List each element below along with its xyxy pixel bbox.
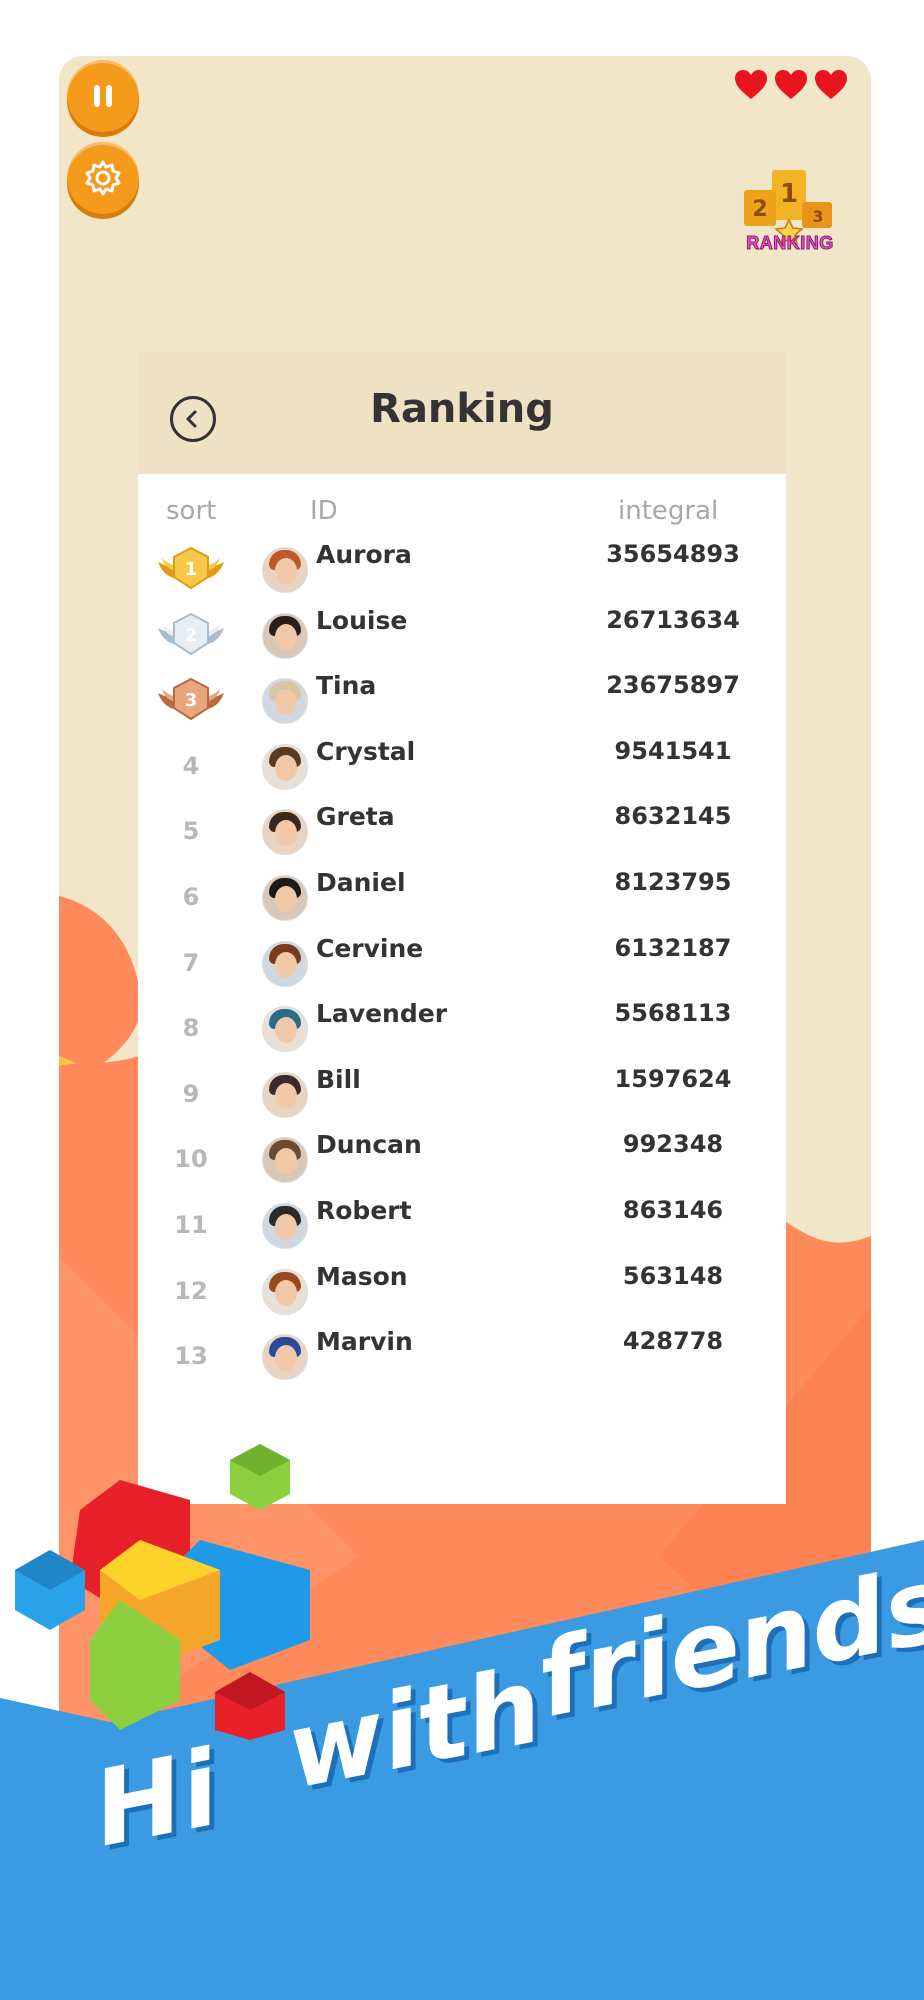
medal-rank-number: 1 — [185, 559, 198, 580]
gear-icon — [85, 160, 121, 196]
avatar[interactable] — [262, 1334, 308, 1381]
ranking-badge-label: RANKING — [746, 233, 834, 254]
column-header-integral: integral — [618, 496, 719, 526]
avatar[interactable] — [262, 743, 308, 790]
avatar[interactable] — [262, 1268, 308, 1315]
column-header-sort: sort — [166, 496, 217, 526]
avatar[interactable] — [262, 940, 308, 987]
player-name: Louise — [316, 605, 408, 635]
player-score: 1597624 — [614, 1064, 732, 1093]
page-title: Ranking — [370, 386, 554, 432]
table-row: 6 Daniel 8123795 — [138, 868, 786, 926]
player-name: Lavender — [316, 999, 448, 1029]
pause-icon — [94, 85, 112, 107]
ranking-table: sort ID integral 1 Aurora 35654893 2 Louise 2… — [138, 474, 786, 1504]
svg-text:2: 2 — [752, 197, 767, 222]
svg-text:3: 3 — [812, 207, 823, 226]
table-row: 10 Duncan 992348 — [138, 1130, 786, 1188]
table-row: 9 Bill 1597624 — [138, 1065, 786, 1123]
player-score: 8632145 — [614, 802, 732, 831]
avatar[interactable] — [262, 809, 308, 856]
rank-number: 4 — [182, 751, 200, 780]
rank-number: 9 — [182, 1079, 200, 1108]
player-score: 26713634 — [606, 605, 740, 634]
player-name: Tina — [316, 671, 377, 701]
player-score: 8123795 — [614, 868, 732, 896]
bronze-medal-icon: 3 — [156, 671, 226, 729]
pause-button[interactable] — [67, 60, 139, 132]
table-row: 4 Crystal 9541541 — [138, 737, 786, 795]
player-score: 992348 — [622, 1130, 724, 1159]
table-row: 2 Louise 26713634 — [138, 606, 786, 664]
player-score: 6132187 — [614, 933, 732, 962]
avatar[interactable] — [262, 875, 308, 921]
table-row: 5 Greta 8632145 — [138, 802, 786, 860]
heart-icon — [815, 70, 847, 99]
avatar[interactable] — [262, 612, 308, 659]
player-name: Greta — [316, 802, 395, 832]
avatar[interactable] — [262, 1006, 308, 1053]
column-header-id: ID — [310, 496, 338, 526]
avatar[interactable] — [262, 678, 308, 725]
player-name: Mason — [316, 1261, 408, 1291]
silver-medal-icon: 2 — [156, 606, 226, 664]
table-row: 7 Cervine 6132187 — [138, 934, 786, 992]
player-name: Duncan — [316, 1130, 422, 1160]
player-name: Aurora — [316, 540, 412, 569]
table-row: 13 Marvin 428778 — [138, 1327, 786, 1385]
tagline-word-friends: friends — [527, 1542, 924, 1742]
rank-number: 5 — [182, 817, 200, 846]
medal-rank-number: 2 — [185, 625, 198, 646]
table-row: 1 Aurora 35654893 — [138, 540, 786, 598]
heart-icon — [775, 70, 807, 99]
player-score: 9541541 — [614, 736, 732, 765]
lives-indicator — [734, 70, 848, 100]
table-row: 11 Robert 863146 — [138, 1196, 786, 1254]
player-name: Marvin — [316, 1327, 413, 1357]
rank-number: 11 — [174, 1211, 208, 1239]
player-score: 563148 — [622, 1261, 724, 1290]
player-score: 863146 — [622, 1196, 724, 1224]
player-score: 23675897 — [606, 671, 740, 700]
player-name: Cervine — [316, 933, 424, 963]
player-score: 35654893 — [606, 540, 740, 568]
avatar[interactable] — [262, 1203, 308, 1249]
rank-number: 10 — [174, 1145, 208, 1174]
player-name: Bill — [316, 1064, 361, 1094]
tagline-word-with: with — [276, 1644, 551, 1813]
rank-number: 13 — [174, 1342, 208, 1371]
player-score: 5568113 — [614, 999, 732, 1028]
rank-number: 8 — [182, 1014, 200, 1043]
rank-number: 6 — [182, 883, 200, 911]
player-name: Daniel — [316, 868, 406, 897]
panel-header: Ranking — [138, 352, 786, 474]
ranking-panel: Ranking sort ID integral 1 Aurora 35654893… — [138, 352, 786, 1504]
table-row: 12 Mason 563148 — [138, 1262, 786, 1320]
rank-number: 12 — [174, 1276, 208, 1305]
table-row: 8 Lavender 5568113 — [138, 999, 786, 1057]
player-score: 428778 — [622, 1327, 724, 1356]
player-name: Crystal — [316, 736, 416, 766]
table-row: 3 Tina 23675897 — [138, 671, 786, 729]
settings-button[interactable] — [67, 142, 139, 214]
avatar[interactable] — [262, 547, 308, 593]
player-name: Robert — [316, 1196, 412, 1225]
svg-text:1: 1 — [780, 179, 798, 209]
avatar[interactable] — [262, 1071, 308, 1118]
tagline-word-hi: Hi — [84, 1727, 228, 1871]
medal-rank-number: 3 — [185, 690, 198, 711]
gold-medal-icon: 1 — [156, 540, 226, 598]
heart-icon — [735, 70, 767, 99]
avatar[interactable] — [262, 1137, 308, 1184]
rank-number: 7 — [182, 948, 200, 977]
